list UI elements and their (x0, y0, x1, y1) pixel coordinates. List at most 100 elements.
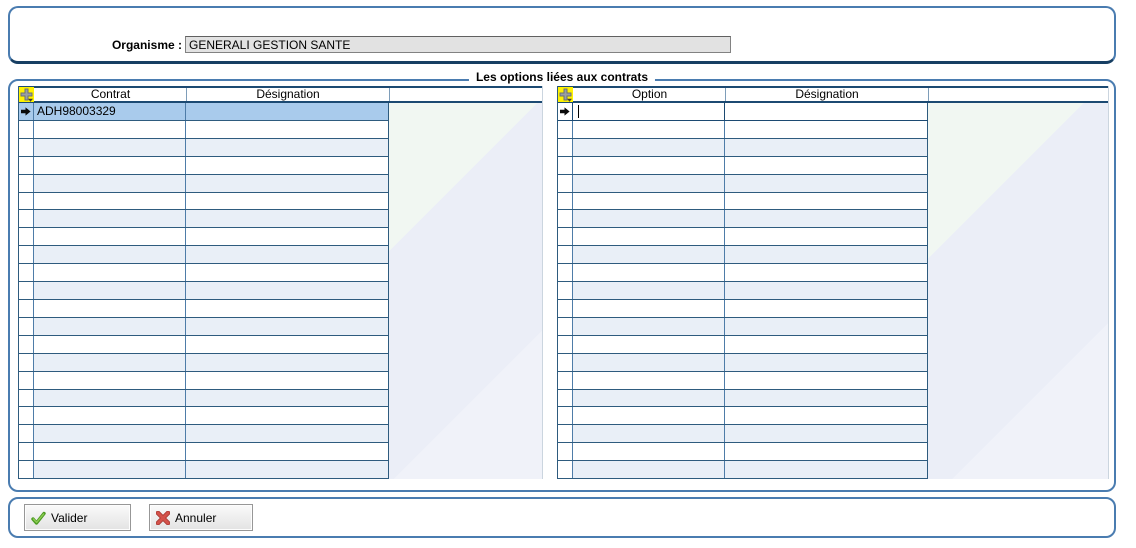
grid-cell[interactable] (186, 156, 389, 174)
grid-cell[interactable] (186, 335, 389, 353)
grid-cell[interactable] (725, 264, 928, 282)
grid-cell[interactable] (725, 210, 928, 228)
table-row[interactable] (558, 156, 928, 175)
grid-cell[interactable] (725, 174, 928, 192)
grid-cell[interactable] (186, 138, 389, 156)
grid-cell[interactable] (573, 371, 725, 389)
table-row[interactable] (19, 282, 389, 300)
table-row[interactable] (558, 461, 928, 480)
grid-cell[interactable] (34, 174, 186, 192)
grid-cell[interactable] (34, 210, 186, 228)
grid-cell[interactable] (186, 461, 389, 479)
table-row[interactable] (558, 443, 928, 462)
grid-cell[interactable] (186, 317, 389, 335)
grid-cell[interactable] (725, 246, 928, 264)
grid-cell[interactable] (34, 120, 186, 138)
grid-cell[interactable] (573, 210, 725, 228)
table-row[interactable] (19, 443, 389, 462)
table-row[interactable] (558, 103, 928, 121)
grid-cell[interactable] (34, 246, 186, 264)
grid-cell[interactable] (186, 246, 389, 264)
grid-cell[interactable] (34, 335, 186, 353)
table-row[interactable] (558, 264, 928, 283)
table-row[interactable] (558, 407, 928, 426)
table-row[interactable] (19, 353, 389, 372)
organisme-field[interactable] (185, 36, 731, 53)
table-row[interactable] (19, 299, 389, 318)
valider-button[interactable]: Valider (24, 504, 131, 531)
grid-cell[interactable] (573, 317, 725, 335)
grid-cell[interactable] (725, 103, 928, 120)
table-row[interactable] (19, 228, 389, 247)
table-row[interactable]: ADH98003329 (19, 103, 389, 121)
grid-cell[interactable] (186, 282, 389, 299)
grid-cell[interactable] (34, 192, 186, 210)
grid-cell[interactable] (573, 425, 725, 443)
grid-cell[interactable] (34, 371, 186, 389)
grid-cell[interactable] (573, 192, 725, 210)
grid-cell[interactable] (186, 192, 389, 210)
grid-cell[interactable] (725, 371, 928, 389)
table-row[interactable] (558, 389, 928, 408)
grid-cell[interactable] (186, 443, 389, 461)
table-row[interactable] (558, 138, 928, 157)
table-row[interactable] (19, 335, 389, 354)
table-row[interactable] (19, 371, 389, 390)
grid-cell[interactable] (725, 353, 928, 371)
grid-cell[interactable] (573, 353, 725, 371)
grid-cell[interactable] (186, 425, 389, 443)
table-row[interactable] (19, 174, 389, 193)
grid-cell[interactable] (573, 299, 725, 317)
grid-cell[interactable] (725, 156, 928, 174)
grid-cell[interactable] (725, 120, 928, 138)
table-row[interactable] (558, 174, 928, 193)
grid-cell[interactable] (34, 228, 186, 246)
grid-cell[interactable] (34, 317, 186, 335)
grid-cell[interactable] (725, 425, 928, 443)
grid-cell[interactable] (186, 353, 389, 371)
add-row-button[interactable] (19, 87, 35, 102)
grid-cell[interactable] (573, 174, 725, 192)
table-row[interactable] (558, 120, 928, 139)
add-row-button[interactable] (558, 87, 574, 102)
grid-cell[interactable] (573, 282, 725, 299)
table-row[interactable] (558, 228, 928, 247)
table-row[interactable] (558, 210, 928, 229)
grid-cell[interactable] (725, 335, 928, 353)
grid-cell[interactable] (725, 389, 928, 407)
column-header-designation[interactable]: Désignation (187, 88, 390, 101)
table-row[interactable] (19, 120, 389, 139)
grid-cell[interactable] (573, 407, 725, 425)
grid-cell[interactable] (34, 407, 186, 425)
grid-cell[interactable] (725, 299, 928, 317)
grid-cell[interactable] (186, 210, 389, 228)
grid-cell[interactable] (34, 443, 186, 461)
table-row[interactable] (558, 299, 928, 318)
grid-cell[interactable] (573, 228, 725, 246)
table-row[interactable] (558, 192, 928, 211)
grid-cell[interactable] (186, 299, 389, 317)
grid-cell[interactable] (186, 174, 389, 192)
grid-cell[interactable] (573, 264, 725, 282)
grid-cell[interactable] (573, 335, 725, 353)
table-row[interactable] (19, 389, 389, 408)
grid-cell[interactable] (186, 407, 389, 425)
table-row[interactable] (19, 138, 389, 157)
grid-cell[interactable] (573, 246, 725, 264)
grid-cell[interactable] (34, 156, 186, 174)
grid-cell[interactable] (186, 264, 389, 282)
grid-cell[interactable] (725, 317, 928, 335)
grid-cell[interactable] (573, 120, 725, 138)
grid-cell[interactable] (34, 264, 186, 282)
grid-cell[interactable] (573, 138, 725, 156)
grid-cell[interactable] (186, 371, 389, 389)
grid-cell[interactable] (34, 461, 186, 479)
grid-cell[interactable] (725, 138, 928, 156)
table-row[interactable] (558, 353, 928, 372)
grid-cell[interactable] (573, 103, 725, 120)
table-row[interactable] (558, 246, 928, 265)
grid-cell[interactable] (573, 389, 725, 407)
table-row[interactable] (558, 371, 928, 390)
grid-cell[interactable] (34, 353, 186, 371)
column-header-contrat[interactable]: Contrat (35, 88, 187, 101)
